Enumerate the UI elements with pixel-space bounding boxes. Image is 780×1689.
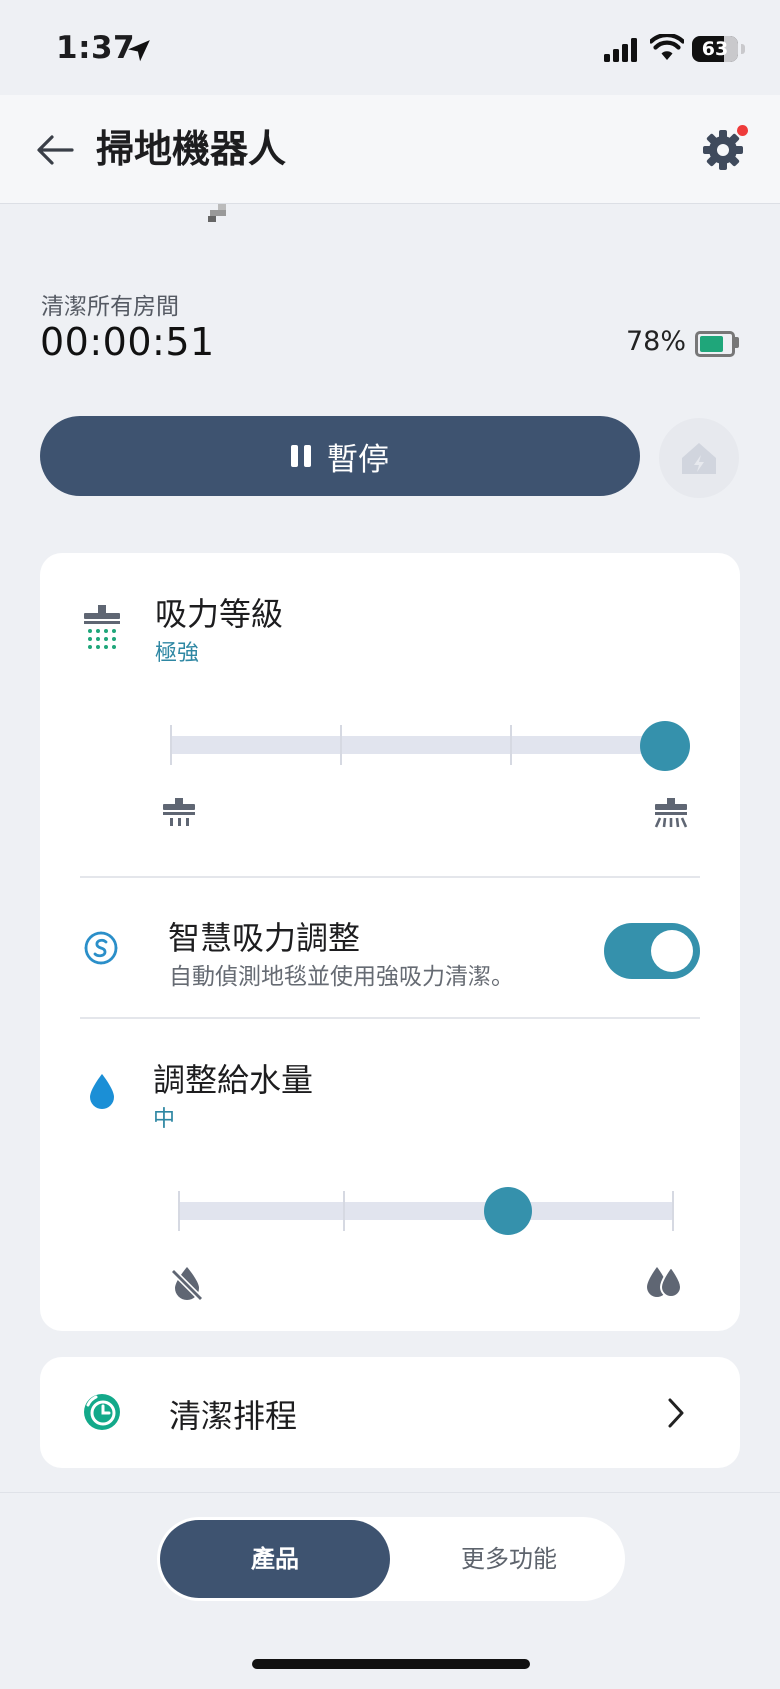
toggle-knob xyxy=(651,930,693,972)
divider xyxy=(80,876,700,878)
water-slider-thumb[interactable] xyxy=(484,1187,532,1235)
water-level-title: 調整給水量 xyxy=(153,1061,314,1099)
cleaning-schedule-row[interactable]: 清潔排程 xyxy=(40,1357,740,1468)
water-drop-icon xyxy=(90,1074,114,1109)
cellular-signal-icon xyxy=(604,38,637,62)
suction-slider-track xyxy=(170,736,665,754)
suction-max-icon xyxy=(654,798,688,828)
status-bar: 1:37 63 xyxy=(0,0,780,95)
suction-slider-tick xyxy=(170,725,172,765)
robot-battery-percent: 78% xyxy=(626,326,687,357)
tab-more-features[interactable]: 更多功能 xyxy=(397,1520,621,1598)
page-title: 掃地機器人 xyxy=(96,127,287,171)
cleaning-schedule-label: 清潔排程 xyxy=(169,1397,298,1435)
chevron-right-icon xyxy=(668,1398,684,1428)
home-charge-icon xyxy=(682,443,716,474)
suction-level-value: 極強 xyxy=(155,641,200,666)
map-fragment xyxy=(208,204,226,222)
status-time: 1:37 xyxy=(56,30,136,66)
robot-battery-fill xyxy=(700,336,723,352)
status-battery-nub xyxy=(741,44,745,54)
water-level-value: 中 xyxy=(153,1107,176,1132)
pause-icon xyxy=(291,445,311,467)
location-arrow-icon xyxy=(128,40,150,62)
robot-battery-icon xyxy=(695,331,735,357)
divider xyxy=(80,1017,700,1019)
smart-suction-description: 自動偵測地毯並使用強吸力清潔。 xyxy=(169,964,514,990)
status-battery-level: 63 xyxy=(701,38,729,60)
return-to-dock-button[interactable] xyxy=(659,418,739,498)
smart-suction-title: 智慧吸力調整 xyxy=(168,919,361,957)
water-off-icon xyxy=(170,1267,204,1301)
robot-battery-nub xyxy=(735,337,739,348)
tab-switch: 產品 更多功能 xyxy=(157,1517,625,1601)
tab-products[interactable]: 產品 xyxy=(160,1520,390,1598)
notification-dot xyxy=(737,125,748,136)
water-slider-tick xyxy=(178,1191,180,1231)
back-arrow-icon[interactable] xyxy=(32,125,82,175)
smart-suction-icon xyxy=(84,931,118,965)
status-battery-icon: 63 xyxy=(692,36,738,62)
suction-low-icon xyxy=(163,798,195,826)
cleaning-mode-label: 清潔所有房間 xyxy=(41,294,179,320)
smart-suction-toggle[interactable] xyxy=(604,923,700,979)
elapsed-time: 00:00:51 xyxy=(40,320,215,364)
pause-label: 暫停 xyxy=(327,441,389,478)
home-indicator xyxy=(252,1659,530,1669)
app-header: 掃地機器人 xyxy=(0,95,780,204)
suction-nozzle-icon xyxy=(84,605,120,649)
suction-slider-thumb[interactable] xyxy=(640,721,690,771)
suction-slider-tick xyxy=(340,725,342,765)
clock-schedule-icon xyxy=(84,1394,120,1430)
water-slider-track xyxy=(178,1202,673,1220)
water-slider-tick xyxy=(343,1191,345,1231)
water-slider-tick xyxy=(672,1191,674,1231)
pause-button[interactable]: 暫停 xyxy=(40,416,640,496)
suction-level-title: 吸力等級 xyxy=(155,595,284,633)
suction-slider-tick xyxy=(510,725,512,765)
cleaning-settings-card: 吸力等級 極強 智慧吸力調整 自動偵測地毯並使用強吸力清潔。 調整給水量 中 xyxy=(40,553,740,1331)
wifi-icon xyxy=(650,34,684,60)
water-high-icon xyxy=(647,1265,683,1298)
